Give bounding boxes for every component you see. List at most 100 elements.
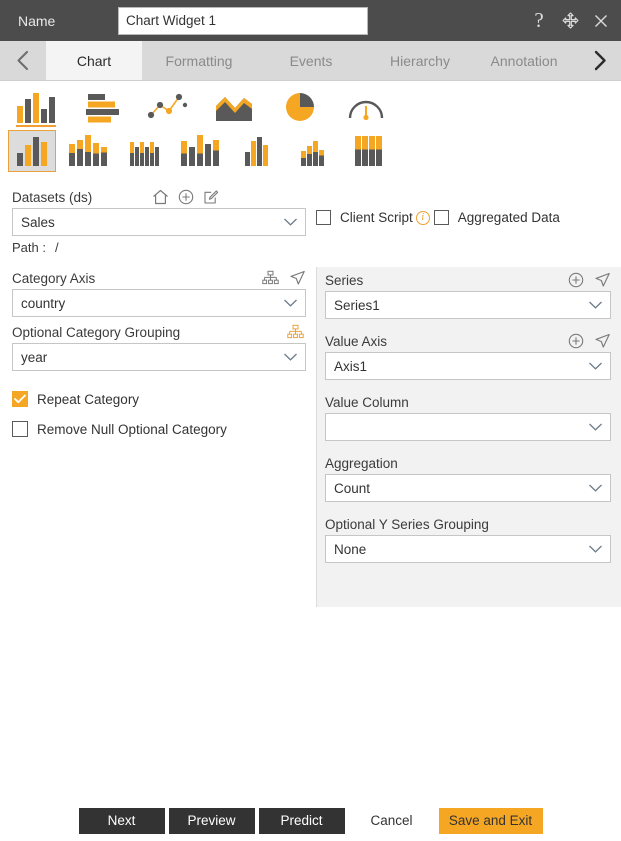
aggregation-select[interactable]: Count [325,474,611,502]
optional-y-series-grouping-value: None [334,542,366,557]
tab-label: Hierarchy [390,53,450,69]
column-stacked-grouped-icon[interactable] [176,130,224,172]
datasets-actions [152,189,219,205]
add-circle-icon[interactable] [178,189,194,205]
repeat-category-checkbox[interactable] [12,391,28,407]
chevron-down-icon [588,359,603,374]
navigate-arrow-icon[interactable] [594,272,611,288]
gauge-chart-icon[interactable] [344,89,388,123]
chevron-down-icon [283,215,298,230]
chart-type-row-variants [8,130,621,172]
left-checkbox-group: Repeat Category Remove Null Optional Cat… [12,391,306,437]
datasets-header: Datasets (ds) [12,186,611,208]
tabs-scroll-left-button[interactable] [0,41,46,80]
dataset-select[interactable]: Sales [12,208,306,236]
tab-chart[interactable]: Chart [46,41,142,80]
preview-button[interactable]: Preview [169,808,255,834]
title-bar: Name ? [0,0,621,41]
name-label: Name [18,13,118,29]
remove-null-optional-category-row: Remove Null Optional Category [12,421,306,437]
value-axis-field: Value Axis [325,328,611,380]
tab-annotation[interactable]: Annotation [474,41,574,80]
tab-label: Annotation [491,53,558,69]
chart-type-row-primary [8,89,621,123]
value-column-select[interactable] [325,413,611,441]
move-icon[interactable] [560,11,580,31]
category-axis-value: country [21,296,65,311]
tab-bar: Chart Formatting Events Hierarchy Annota… [0,41,621,81]
optional-y-series-grouping-select[interactable]: None [325,535,611,563]
repeat-category-label: Repeat Category [37,392,139,407]
next-button[interactable]: Next [79,808,165,834]
hierarchy-tree-icon[interactable] [262,270,279,286]
optional-category-grouping-label: Optional Category Grouping [12,325,287,340]
chart-settings-form: Datasets (ds) [0,180,621,607]
remove-null-optional-category-checkbox[interactable] [12,421,28,437]
column-stacked-icon[interactable] [64,130,112,172]
chevron-down-icon [588,420,603,435]
hierarchy-tree-icon[interactable] [287,324,304,340]
client-script-checkbox[interactable] [316,210,331,225]
tabs-scroll-right-button[interactable] [577,41,621,80]
column-chart-icon[interactable] [14,89,58,123]
area-chart-icon[interactable] [212,89,256,123]
line-scatter-chart-icon[interactable] [146,89,190,123]
optional-category-grouping-select[interactable]: year [12,343,306,371]
aggregation-field: Aggregation Count [325,450,611,502]
value-column-field: Value Column [325,389,611,441]
navigate-arrow-icon[interactable] [594,333,611,349]
pie-chart-icon[interactable] [278,89,322,123]
chevron-down-icon [588,542,603,557]
repeat-category-row: Repeat Category [12,391,306,407]
category-axis-select[interactable]: country [12,289,306,317]
aggregation-value: Count [334,481,370,496]
datasets-section: Datasets (ds) [0,180,621,255]
tab-hierarchy[interactable]: Hierarchy [366,41,474,80]
column-stacked-full-icon[interactable] [344,130,392,172]
chevron-down-icon [283,296,298,311]
edit-icon[interactable] [203,189,219,205]
settings-columns: Category Axis [0,267,621,607]
value-column-label: Value Column [325,395,611,410]
add-circle-icon[interactable] [568,272,584,288]
optional-y-series-grouping-field: Optional Y Series Grouping None [325,511,611,563]
save-and-exit-button[interactable]: Save and Exit [439,808,543,834]
column-overlap-icon[interactable] [232,130,280,172]
value-axis-value: Axis1 [334,359,367,374]
aggregated-data-label: Aggregated Data [458,210,560,225]
column-clustered-small-icon[interactable] [288,130,336,172]
chevron-down-icon [588,298,603,313]
dataset-path: Path :/ [12,240,611,255]
tab-label: Formatting [166,53,233,69]
widget-name-input[interactable] [118,7,368,35]
series-label: Series [325,273,568,288]
tab-formatting[interactable]: Formatting [142,41,256,80]
datasets-label: Datasets (ds) [12,190,92,205]
aggregation-label: Aggregation [325,456,611,471]
title-bar-icons: ? [529,0,611,41]
tab-events[interactable]: Events [256,41,366,80]
optional-category-grouping-value: year [21,350,47,365]
info-icon[interactable]: i [416,211,430,225]
client-script-label: Client Script [340,210,413,225]
bar-chart-icon[interactable] [80,89,124,123]
category-axis-label: Category Axis [12,271,262,286]
optional-category-grouping-field: Optional Category Grouping [12,321,306,371]
path-value: / [55,240,59,255]
navigate-arrow-icon[interactable] [289,270,306,286]
add-circle-icon[interactable] [568,333,584,349]
value-axis-select[interactable]: Axis1 [325,352,611,380]
series-value: Series1 [334,298,380,313]
column-thin-grouped-icon[interactable] [120,130,168,172]
column-plain-icon[interactable] [8,130,56,172]
home-icon[interactable] [152,189,169,205]
close-icon[interactable] [591,11,611,31]
series-select[interactable]: Series1 [325,291,611,319]
dataset-select-value: Sales [21,215,55,230]
aggregated-data-checkbox[interactable] [434,210,449,225]
series-field: Series [325,267,611,319]
help-icon[interactable]: ? [529,11,549,31]
optional-y-series-grouping-label: Optional Y Series Grouping [325,517,611,532]
cancel-button[interactable]: Cancel [349,808,435,834]
predict-button[interactable]: Predict [259,808,345,834]
